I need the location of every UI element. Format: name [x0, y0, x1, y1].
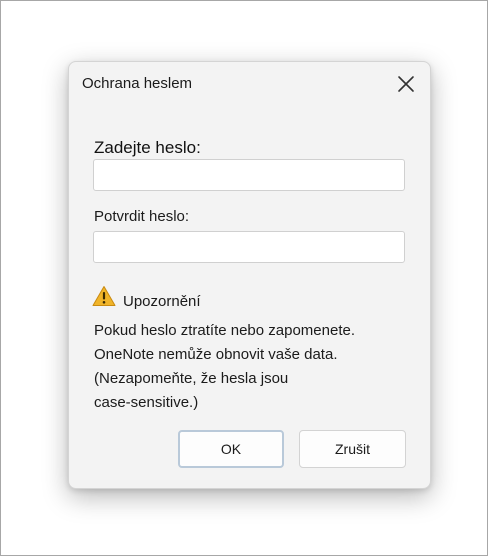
confirm-password-label: Potvrdit heslo:: [94, 208, 190, 225]
password-label: Zadejte heslo:: [94, 138, 201, 157]
warning-title: Upozornění: [123, 293, 201, 310]
password-protection-dialog: Ochrana heslem Zadejte heslo: Potvrdit h…: [68, 61, 431, 489]
warning-message: Pokud heslo ztratíte nebo zapomenete. On…: [94, 319, 414, 415]
dialog-title: Ochrana heslem: [82, 75, 193, 92]
password-input[interactable]: [93, 159, 405, 191]
warning-line: OneNote nemůže obnovit vaše data.: [94, 346, 338, 363]
confirm-password-input[interactable]: [93, 231, 405, 263]
ok-button[interactable]: OK: [178, 430, 284, 468]
warning-line: (Nezapomeňte, že hesla jsou: [94, 370, 289, 387]
screenshot-frame: Ochrana heslem Zadejte heslo: Potvrdit h…: [0, 0, 488, 556]
warning-icon: [92, 286, 116, 306]
close-icon: [398, 76, 414, 92]
warning-line: case-sensitive.): [94, 394, 199, 411]
warning-line: Pokud heslo ztratíte nebo zapomenete.: [94, 322, 356, 339]
close-button[interactable]: [391, 70, 421, 98]
cancel-button[interactable]: Zrušit: [299, 430, 406, 468]
